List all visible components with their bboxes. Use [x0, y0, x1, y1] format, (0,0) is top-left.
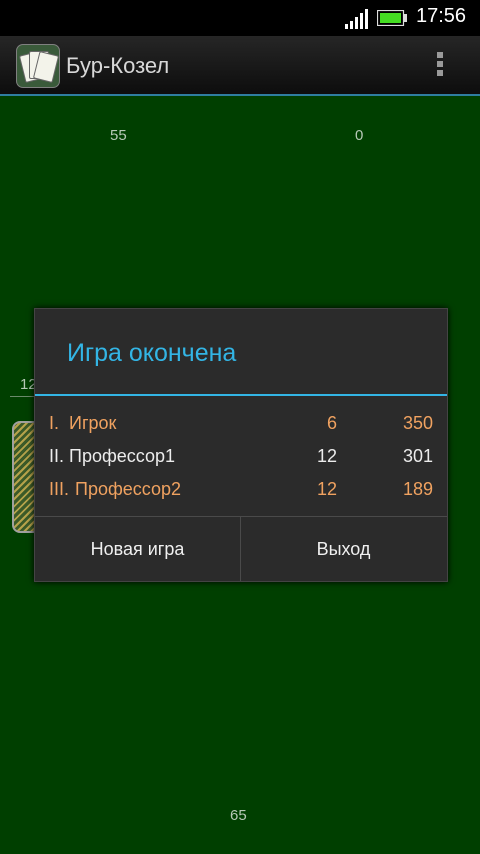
- result-place: II.: [49, 446, 65, 466]
- top-left-score: 55: [110, 127, 127, 144]
- result-points: 350: [402, 413, 433, 433]
- bottom-score: 65: [230, 807, 247, 824]
- result-points: 301: [402, 446, 433, 466]
- dialog-title: Игра окончена: [67, 339, 237, 367]
- app-title: Бур-Козел: [66, 53, 170, 78]
- app-cards-icon[interactable]: [16, 44, 60, 88]
- result-tricks: 6: [326, 413, 337, 433]
- game-over-dialog: Игра окончена I. Игрок 6 350 II. Професс…: [34, 308, 448, 582]
- result-row: III. Профессор2 12 189: [35, 475, 447, 505]
- battery-icon: [377, 10, 407, 26]
- result-name: Профессор2: [75, 479, 182, 499]
- dialog-title-divider: [35, 394, 447, 396]
- status-bar: 17:56: [0, 0, 480, 36]
- overflow-menu-icon[interactable]: [437, 52, 445, 78]
- result-row: I. Игрок 6 350: [35, 409, 447, 439]
- result-tricks: 12: [316, 479, 337, 499]
- result-row: II. Профессор1 12 301: [35, 442, 447, 472]
- app-bar: Бур-Козел: [0, 36, 480, 94]
- result-points: 189: [402, 479, 433, 499]
- new-game-button[interactable]: Новая игра: [35, 517, 240, 581]
- exit-button[interactable]: Выход: [241, 517, 446, 581]
- top-right-score: 0: [355, 127, 364, 144]
- signal-icon: [345, 9, 368, 29]
- result-tricks: 12: [316, 446, 337, 466]
- result-place: I.: [49, 413, 60, 433]
- status-time: 17:56: [416, 5, 467, 27]
- result-name: Игрок: [69, 413, 117, 433]
- result-place: III.: [49, 479, 70, 499]
- app-bar-divider: [0, 94, 480, 96]
- result-name: Профессор1: [69, 446, 176, 466]
